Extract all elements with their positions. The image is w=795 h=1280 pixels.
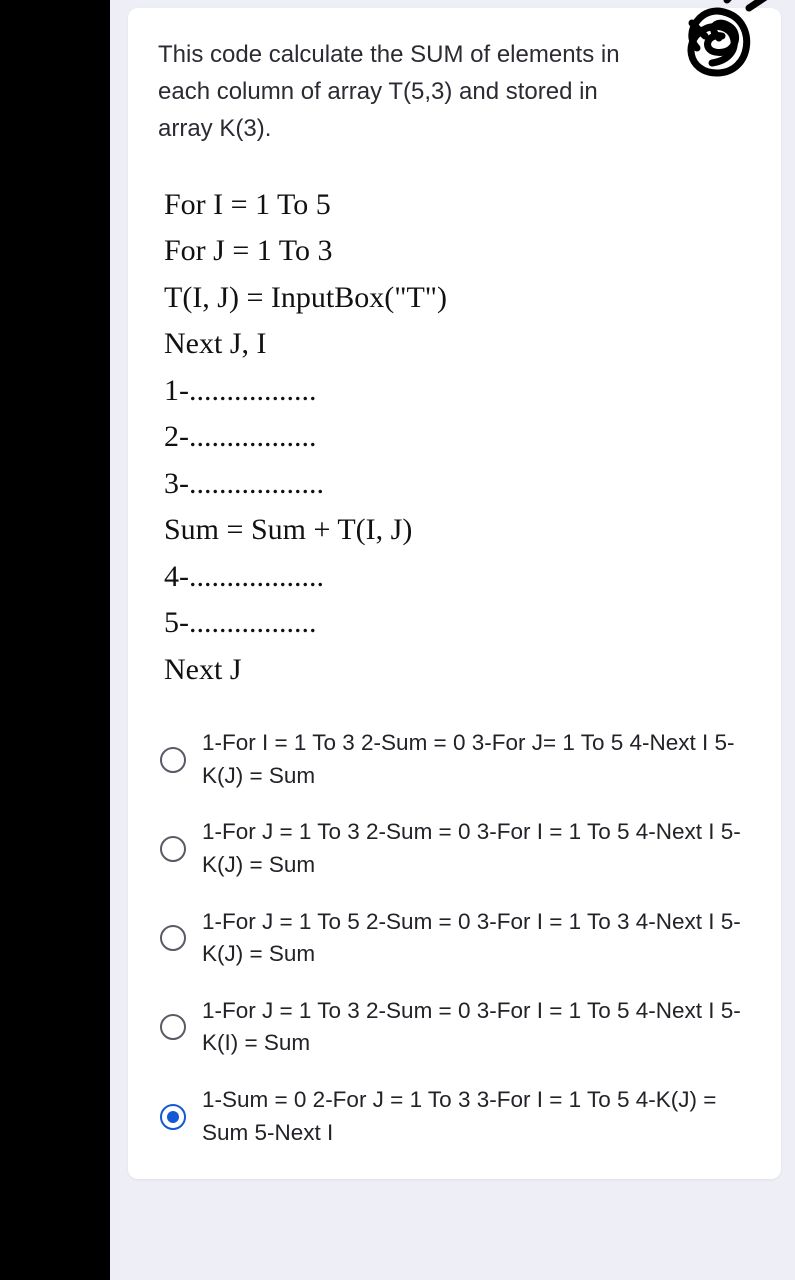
option-text: 1-For I = 1 To 3 2-Sum = 0 3-For J= 1 To… bbox=[202, 727, 749, 792]
option-3[interactable]: 1-For J = 1 To 5 2-Sum = 0 3-For I = 1 T… bbox=[158, 894, 751, 983]
question-card: This code calculate the SUM of elements … bbox=[128, 8, 781, 1179]
option-4[interactable]: 1-For J = 1 To 3 2-Sum = 0 3-For I = 1 T… bbox=[158, 983, 751, 1072]
page-stage: This code calculate the SUM of elements … bbox=[110, 0, 795, 1280]
option-5[interactable]: 1-Sum = 0 2-For J = 1 To 3 3-For I = 1 T… bbox=[158, 1072, 751, 1161]
scribble-annotation bbox=[657, 0, 787, 108]
option-text: 1-For J = 1 To 5 2-Sum = 0 3-For I = 1 T… bbox=[202, 906, 749, 971]
code-line: Sum = Sum + T(I, J) bbox=[164, 507, 751, 554]
code-line: 3-.................. bbox=[164, 461, 751, 508]
code-line: 5-................. bbox=[164, 600, 751, 647]
code-block: For I = 1 To 5 For J = 1 To 3 T(I, J) = … bbox=[164, 182, 751, 694]
radio-icon bbox=[160, 925, 186, 951]
code-line: Next J bbox=[164, 647, 751, 694]
radio-icon bbox=[160, 1014, 186, 1040]
option-text: 1-For J = 1 To 3 2-Sum = 0 3-For I = 1 T… bbox=[202, 816, 749, 881]
code-line: Next J, I bbox=[164, 321, 751, 368]
radio-icon bbox=[160, 836, 186, 862]
code-line: For I = 1 To 5 bbox=[164, 182, 751, 229]
code-line: For J = 1 To 3 bbox=[164, 228, 751, 275]
code-line: T(I, J) = InputBox("T") bbox=[164, 275, 751, 322]
radio-icon bbox=[160, 747, 186, 773]
code-line: 2-................. bbox=[164, 414, 751, 461]
code-line: 1-................. bbox=[164, 368, 751, 415]
option-text: 1-For J = 1 To 3 2-Sum = 0 3-For I = 1 T… bbox=[202, 995, 749, 1060]
option-1[interactable]: 1-For I = 1 To 3 2-Sum = 0 3-For J= 1 To… bbox=[158, 715, 751, 804]
option-2[interactable]: 1-For J = 1 To 3 2-Sum = 0 3-For I = 1 T… bbox=[158, 804, 751, 893]
question-intro: This code calculate the SUM of elements … bbox=[158, 36, 628, 148]
option-text: 1-Sum = 0 2-For J = 1 To 3 3-For I = 1 T… bbox=[202, 1084, 749, 1149]
radio-icon bbox=[160, 1104, 186, 1130]
code-line: 4-.................. bbox=[164, 554, 751, 601]
options-group: 1-For I = 1 To 3 2-Sum = 0 3-For J= 1 To… bbox=[158, 715, 751, 1161]
